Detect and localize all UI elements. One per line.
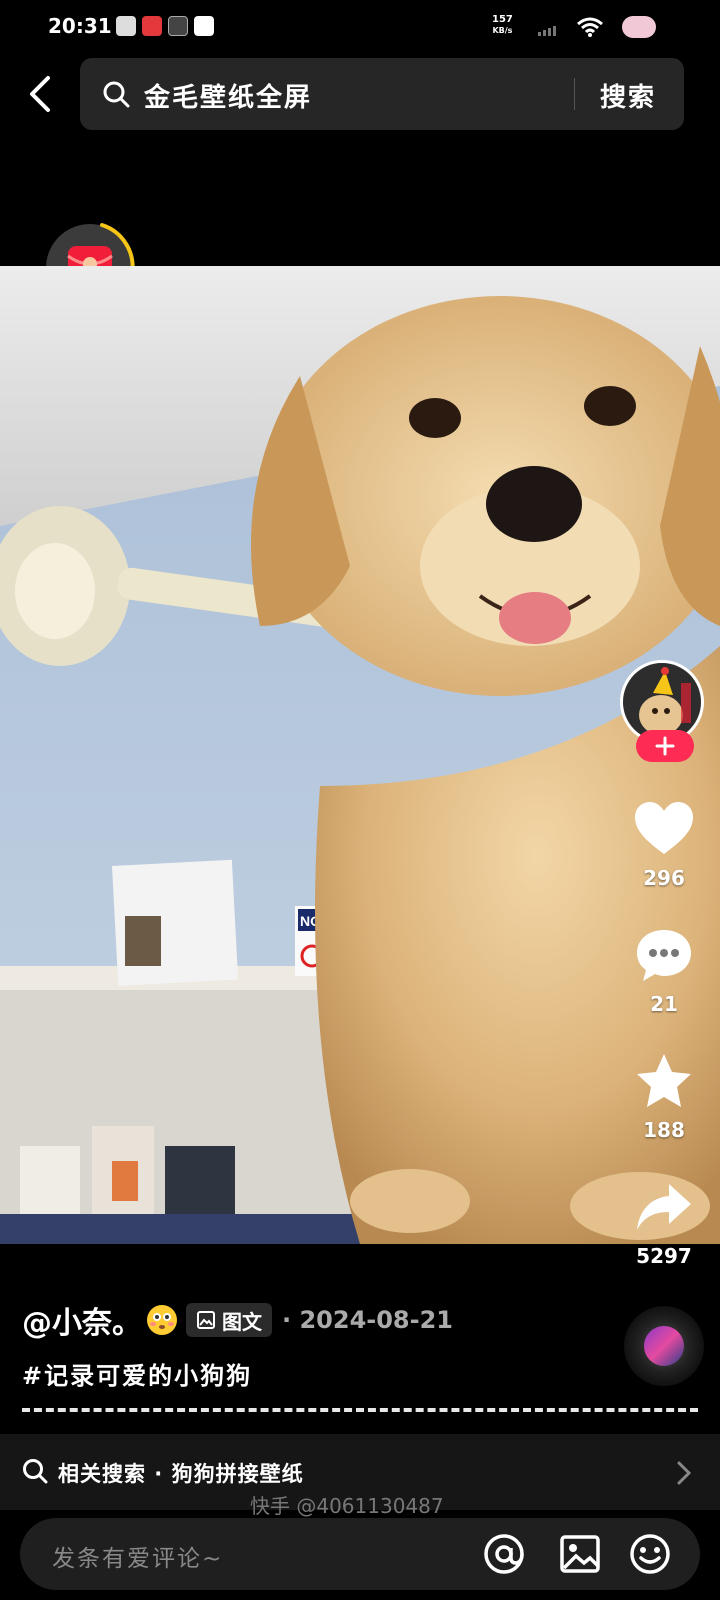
divider [22,1408,698,1412]
author-name[interactable]: @小奈。 [22,1298,142,1342]
flushed-emoji-icon [147,1305,177,1335]
status-bar: 20:31 157 KB/s [0,0,720,56]
search-divider [574,78,575,110]
app-notification-icon [116,16,136,36]
follow-button[interactable] [636,730,694,762]
watermark: 快手 @4061130487 [250,1494,444,1518]
post-date: · 2024-08-21 [282,1306,453,1334]
share-action[interactable]: 5297 [610,1178,718,1268]
chevron-right-icon[interactable] [676,1460,692,1486]
search-input[interactable]: 金毛壁纸全屏 [144,77,312,114]
network-speed-unit: KB/s [492,26,513,35]
comment-action[interactable]: 21 [610,926,718,1016]
post-hashtag[interactable]: #记录可爱的小狗狗 [22,1356,252,1391]
related-search-label[interactable]: 相关搜索 · 狗狗拼接壁纸 [58,1458,304,1488]
app-notification-icon [142,16,162,36]
share-icon[interactable] [633,1178,695,1236]
search-icon [23,1459,48,1484]
share-count: 5297 [636,1244,692,1268]
image-icon[interactable] [558,1532,602,1576]
network-speed-value: 157 [492,14,513,25]
image-text-icon [197,1311,215,1329]
mail-icon [194,16,214,36]
signal-icon [538,22,556,36]
post-type-badge: 图文 [186,1303,272,1337]
status-time: 20:31 [48,14,112,38]
network-speed: 157 KB/s [492,14,513,36]
plus-icon [655,736,675,756]
status-app-icons [116,16,214,36]
music-disc-icon[interactable] [624,1306,704,1386]
favorite-action[interactable]: 188 [610,1052,718,1142]
app-notification-icon [168,16,188,36]
star-icon[interactable] [633,1052,695,1110]
comment-bar: 发条有爱评论~ [20,1518,700,1590]
emoji-icon[interactable] [628,1532,672,1576]
battery-icon [622,16,656,38]
search-box[interactable]: 金毛壁纸全屏 搜索 [80,58,684,130]
comment-count: 21 [650,992,678,1016]
search-row: 金毛壁纸全屏 搜索 [0,58,720,130]
at-icon[interactable] [482,1532,526,1576]
comment-icon[interactable] [633,926,695,984]
back-arrow-icon[interactable] [22,72,62,116]
post-meta: @小奈。 图文 · 2024-08-21 [22,1298,453,1342]
favorite-count: 188 [643,1118,685,1142]
like-count: 296 [643,866,685,890]
post-type-label: 图文 [222,1309,262,1334]
heart-icon[interactable] [633,800,695,858]
comment-input[interactable]: 发条有爱评论~ [52,1539,223,1573]
wifi-icon [577,17,603,37]
search-icon [103,81,130,108]
search-button[interactable]: 搜索 [600,77,656,114]
like-action[interactable]: 296 [610,800,718,890]
